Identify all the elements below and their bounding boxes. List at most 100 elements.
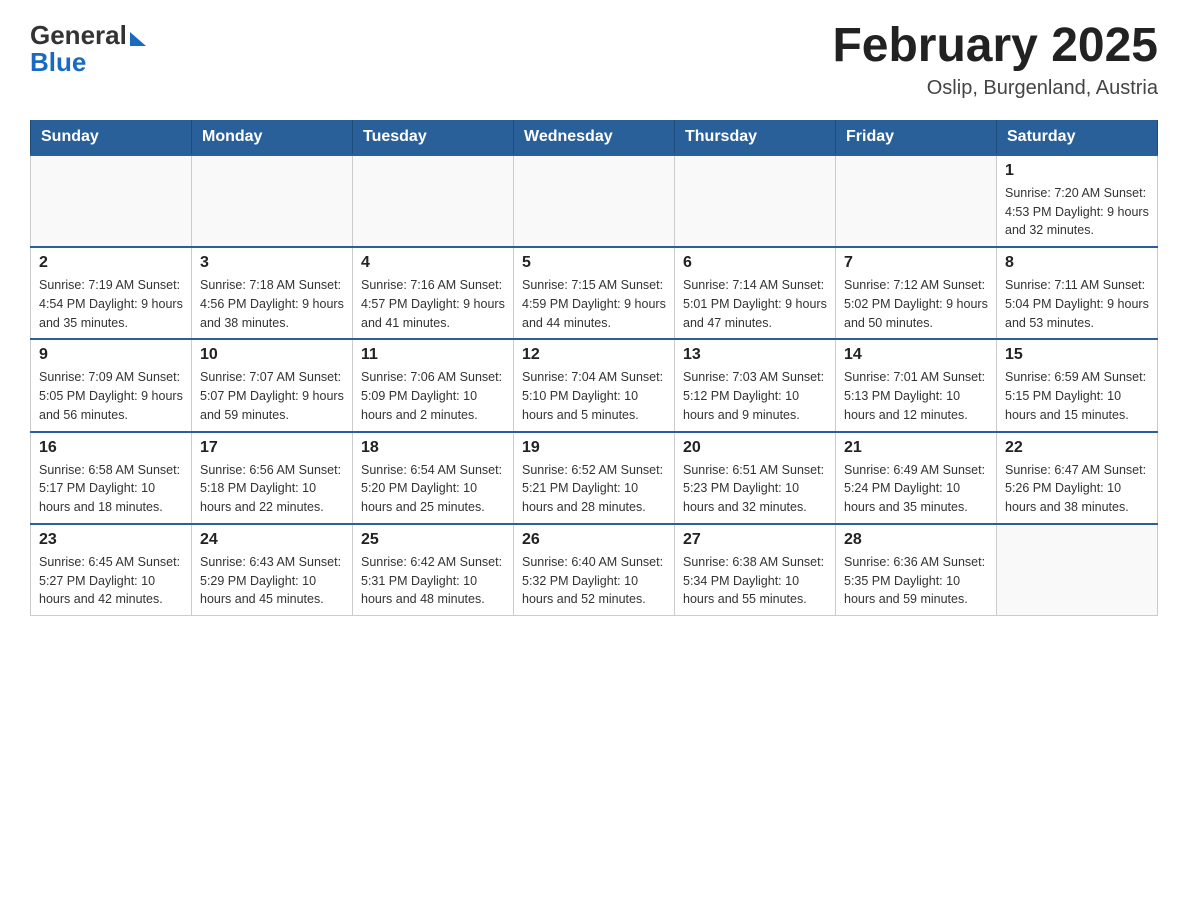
day-number: 20 bbox=[683, 439, 827, 457]
day-number: 7 bbox=[844, 254, 988, 272]
day-info: Sunrise: 7:19 AM Sunset: 4:54 PM Dayligh… bbox=[39, 276, 183, 332]
day-number: 9 bbox=[39, 346, 183, 364]
day-info: Sunrise: 6:40 AM Sunset: 5:32 PM Dayligh… bbox=[522, 553, 666, 609]
calendar-cell bbox=[514, 155, 675, 247]
day-number: 12 bbox=[522, 346, 666, 364]
day-number: 28 bbox=[844, 531, 988, 549]
day-number: 14 bbox=[844, 346, 988, 364]
calendar-cell: 16 Sunrise: 6:58 AM Sunset: 5:17 PM Dayli… bbox=[31, 432, 192, 524]
page-header: General Blue February 2025 Oslip, Burgen… bbox=[30, 20, 1158, 100]
calendar-cell bbox=[31, 155, 192, 247]
calendar-cell: 7Sunrise: 7:12 AM Sunset: 5:02 PM Daylig… bbox=[836, 247, 997, 339]
day-number: 17 bbox=[200, 439, 344, 457]
calendar-cell bbox=[192, 155, 353, 247]
day-number: 2 bbox=[39, 254, 183, 272]
day-number: 15 bbox=[1005, 346, 1149, 364]
calendar-header-sunday: Sunday bbox=[31, 120, 192, 155]
calendar-cell: 5 Sunrise: 7:15 AM Sunset: 4:59 PM Daylig… bbox=[514, 247, 675, 339]
day-number: 23 bbox=[39, 531, 183, 549]
calendar-table: SundayMondayTuesdayWednesdayThursdayFrid… bbox=[30, 120, 1158, 616]
day-info: Sunrise: 7:15 AM Sunset: 4:59 PM Dayligh… bbox=[522, 276, 666, 332]
day-number: 18 bbox=[361, 439, 505, 457]
calendar-header-tuesday: Tuesday bbox=[353, 120, 514, 155]
day-info: Sunrise: 6:43 AM Sunset: 5:29 PM Dayligh… bbox=[200, 553, 344, 609]
calendar-cell: 22 Sunrise: 6:47 AM Sunset: 5:26 PM Dayli… bbox=[997, 432, 1158, 524]
calendar-cell: 15 Sunrise: 6:59 AM Sunset: 5:15 PM Dayli… bbox=[997, 339, 1158, 431]
calendar-cell: 27 Sunrise: 6:38 AM Sunset: 5:34 PM Dayli… bbox=[675, 524, 836, 616]
day-info: Sunrise: 6:59 AM Sunset: 5:15 PM Dayligh… bbox=[1005, 368, 1149, 424]
calendar-header-friday: Friday bbox=[836, 120, 997, 155]
day-number: 16 bbox=[39, 439, 183, 457]
calendar-cell: 9 Sunrise: 7:09 AM Sunset: 5:05 PM Daylig… bbox=[31, 339, 192, 431]
calendar-cell: 14 Sunrise: 7:01 AM Sunset: 5:13 PM Dayli… bbox=[836, 339, 997, 431]
day-number: 4 bbox=[361, 254, 505, 272]
day-number: 6 bbox=[683, 254, 827, 272]
day-info: Sunrise: 7:07 AM Sunset: 5:07 PM Dayligh… bbox=[200, 368, 344, 424]
day-info: Sunrise: 7:20 AM Sunset: 4:53 PM Dayligh… bbox=[1005, 184, 1149, 240]
month-title: February 2025 bbox=[832, 20, 1158, 73]
day-info: Sunrise: 7:11 AM Sunset: 5:04 PM Dayligh… bbox=[1005, 276, 1149, 332]
calendar-cell: 17 Sunrise: 6:56 AM Sunset: 5:18 PM Dayli… bbox=[192, 432, 353, 524]
calendar-cell: 3Sunrise: 7:18 AM Sunset: 4:56 PM Daylig… bbox=[192, 247, 353, 339]
calendar-header-thursday: Thursday bbox=[675, 120, 836, 155]
day-number: 13 bbox=[683, 346, 827, 364]
calendar-cell: 10Sunrise: 7:07 AM Sunset: 5:07 PM Dayli… bbox=[192, 339, 353, 431]
day-info: Sunrise: 6:56 AM Sunset: 5:18 PM Dayligh… bbox=[200, 461, 344, 517]
day-info: Sunrise: 6:47 AM Sunset: 5:26 PM Dayligh… bbox=[1005, 461, 1149, 517]
calendar-header-row: SundayMondayTuesdayWednesdayThursdayFrid… bbox=[31, 120, 1158, 155]
calendar-week-row: 9 Sunrise: 7:09 AM Sunset: 5:05 PM Daylig… bbox=[31, 339, 1158, 431]
calendar-cell: 24 Sunrise: 6:43 AM Sunset: 5:29 PM Dayli… bbox=[192, 524, 353, 616]
calendar-cell: 19 Sunrise: 6:52 AM Sunset: 5:21 PM Dayli… bbox=[514, 432, 675, 524]
day-info: Sunrise: 6:51 AM Sunset: 5:23 PM Dayligh… bbox=[683, 461, 827, 517]
calendar-week-row: 1 Sunrise: 7:20 AM Sunset: 4:53 PM Daylig… bbox=[31, 155, 1158, 247]
calendar-cell: 18 Sunrise: 6:54 AM Sunset: 5:20 PM Dayli… bbox=[353, 432, 514, 524]
day-info: Sunrise: 7:03 AM Sunset: 5:12 PM Dayligh… bbox=[683, 368, 827, 424]
day-number: 26 bbox=[522, 531, 666, 549]
day-info: Sunrise: 7:01 AM Sunset: 5:13 PM Dayligh… bbox=[844, 368, 988, 424]
calendar-cell: 23 Sunrise: 6:45 AM Sunset: 5:27 PM Dayli… bbox=[31, 524, 192, 616]
day-number: 25 bbox=[361, 531, 505, 549]
calendar-week-row: 2 Sunrise: 7:19 AM Sunset: 4:54 PM Daylig… bbox=[31, 247, 1158, 339]
calendar-cell: 11 Sunrise: 7:06 AM Sunset: 5:09 PM Dayli… bbox=[353, 339, 514, 431]
day-info: Sunrise: 7:04 AM Sunset: 5:10 PM Dayligh… bbox=[522, 368, 666, 424]
day-number: 27 bbox=[683, 531, 827, 549]
day-info: Sunrise: 6:49 AM Sunset: 5:24 PM Dayligh… bbox=[844, 461, 988, 517]
location-label: Oslip, Burgenland, Austria bbox=[832, 77, 1158, 100]
day-info: Sunrise: 6:36 AM Sunset: 5:35 PM Dayligh… bbox=[844, 553, 988, 609]
day-info: Sunrise: 7:06 AM Sunset: 5:09 PM Dayligh… bbox=[361, 368, 505, 424]
day-number: 19 bbox=[522, 439, 666, 457]
calendar-cell: 26 Sunrise: 6:40 AM Sunset: 5:32 PM Dayli… bbox=[514, 524, 675, 616]
calendar-cell bbox=[836, 155, 997, 247]
day-number: 22 bbox=[1005, 439, 1149, 457]
calendar-cell bbox=[997, 524, 1158, 616]
day-number: 3 bbox=[200, 254, 344, 272]
calendar-cell: 20 Sunrise: 6:51 AM Sunset: 5:23 PM Dayli… bbox=[675, 432, 836, 524]
calendar-cell: 6Sunrise: 7:14 AM Sunset: 5:01 PM Daylig… bbox=[675, 247, 836, 339]
calendar-cell: 28 Sunrise: 6:36 AM Sunset: 5:35 PM Dayli… bbox=[836, 524, 997, 616]
logo: General Blue bbox=[30, 20, 146, 78]
day-info: Sunrise: 7:09 AM Sunset: 5:05 PM Dayligh… bbox=[39, 368, 183, 424]
calendar-header-saturday: Saturday bbox=[997, 120, 1158, 155]
day-info: Sunrise: 6:54 AM Sunset: 5:20 PM Dayligh… bbox=[361, 461, 505, 517]
day-number: 1 bbox=[1005, 162, 1149, 180]
day-info: Sunrise: 6:45 AM Sunset: 5:27 PM Dayligh… bbox=[39, 553, 183, 609]
calendar-cell: 13 Sunrise: 7:03 AM Sunset: 5:12 PM Dayli… bbox=[675, 339, 836, 431]
calendar-header-wednesday: Wednesday bbox=[514, 120, 675, 155]
day-info: Sunrise: 6:42 AM Sunset: 5:31 PM Dayligh… bbox=[361, 553, 505, 609]
calendar-cell: 4 Sunrise: 7:16 AM Sunset: 4:57 PM Daylig… bbox=[353, 247, 514, 339]
logo-blue-text: Blue bbox=[30, 47, 86, 78]
calendar-cell bbox=[353, 155, 514, 247]
calendar-cell: 8Sunrise: 7:11 AM Sunset: 5:04 PM Daylig… bbox=[997, 247, 1158, 339]
day-info: Sunrise: 6:38 AM Sunset: 5:34 PM Dayligh… bbox=[683, 553, 827, 609]
day-info: Sunrise: 7:16 AM Sunset: 4:57 PM Dayligh… bbox=[361, 276, 505, 332]
day-info: Sunrise: 6:52 AM Sunset: 5:21 PM Dayligh… bbox=[522, 461, 666, 517]
day-info: Sunrise: 6:58 AM Sunset: 5:17 PM Dayligh… bbox=[39, 461, 183, 517]
day-number: 21 bbox=[844, 439, 988, 457]
day-number: 5 bbox=[522, 254, 666, 272]
day-number: 11 bbox=[361, 346, 505, 364]
calendar-week-row: 16 Sunrise: 6:58 AM Sunset: 5:17 PM Dayli… bbox=[31, 432, 1158, 524]
logo-arrow-icon bbox=[130, 32, 146, 46]
calendar-week-row: 23 Sunrise: 6:45 AM Sunset: 5:27 PM Dayli… bbox=[31, 524, 1158, 616]
day-number: 24 bbox=[200, 531, 344, 549]
title-area: February 2025 Oslip, Burgenland, Austria bbox=[832, 20, 1158, 100]
